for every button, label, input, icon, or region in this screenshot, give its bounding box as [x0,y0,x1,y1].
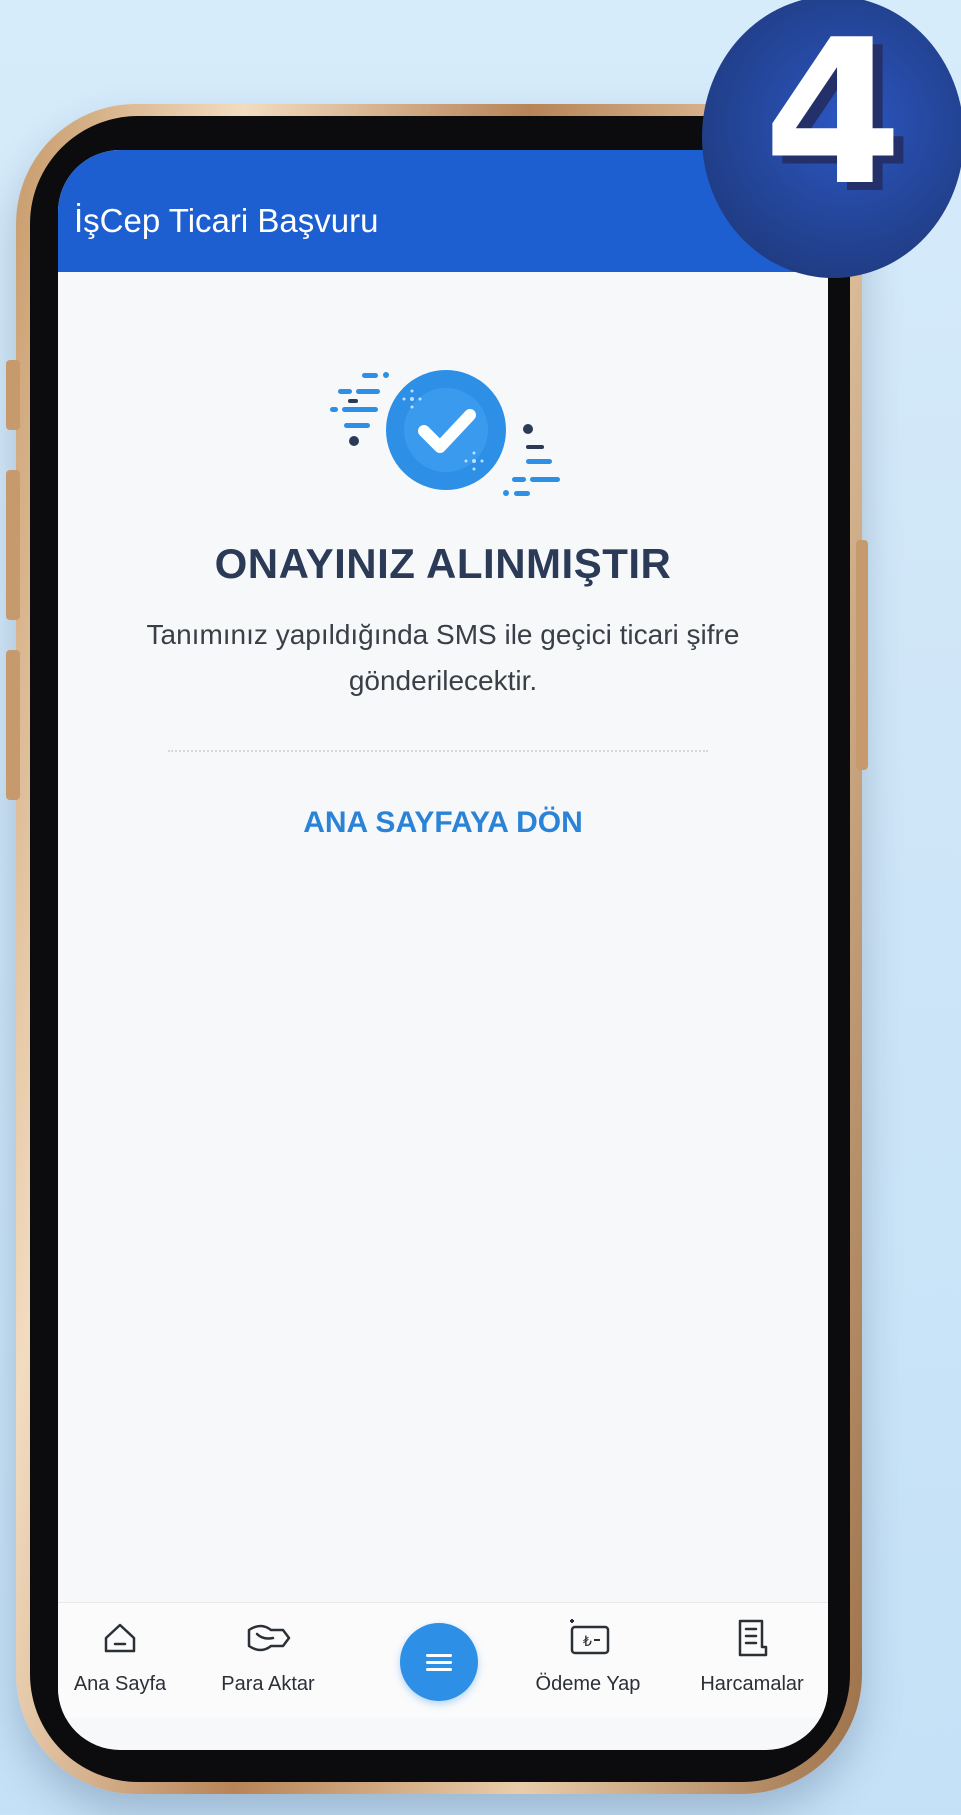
tab-harcamalar[interactable]: Harcamalar [682,1615,822,1696]
app-title: İşCep Ticari Başvuru [74,202,379,239]
success-message: Tanımınız yapıldığında SMS ile geçici ti… [146,619,740,696]
menu-button[interactable] [400,1623,478,1701]
money-transfer-icon [198,1615,338,1661]
step-badge: 4 [702,0,961,278]
tab-odeme-yap[interactable]: ₺ Ödeme Yap [518,1615,658,1696]
step-number: 4 [763,0,903,230]
tab-label: Ana Sayfa [73,1673,167,1695]
receipt-icon [682,1615,822,1661]
check-circle-icon [330,370,560,496]
payment-icon: ₺ [518,1615,658,1661]
menu-icon [426,1654,452,1671]
tab-label: Ödeme Yap [535,1673,641,1695]
tab-ana-sayfa[interactable]: Ana Sayfa [58,1615,190,1696]
phone-side-button [6,470,20,620]
phone-side-button [6,360,20,430]
tab-label: Para Aktar [221,1673,315,1695]
success-headline: ONAYINIZ ALINMIŞTIR [214,540,672,587]
phone-side-button [6,650,20,800]
phone-screen: İşCep Ticari Başvuru ONAYINIZ ALINMIŞTIR… [58,150,828,1750]
divider [168,750,708,752]
bottom-tab-bar: Ana Sayfa Para Aktar ₺ Ödeme Yap Harcama… [58,1602,828,1718]
back-to-home-link[interactable]: ANA SAYFAYA DÖN [58,806,828,840]
tab-para-aktar[interactable]: Para Aktar [198,1615,338,1696]
phone-power-button [856,540,868,770]
tab-label: Harcamalar [700,1673,804,1695]
svg-text:₺: ₺ [583,1634,592,1650]
home-icon [58,1615,190,1661]
